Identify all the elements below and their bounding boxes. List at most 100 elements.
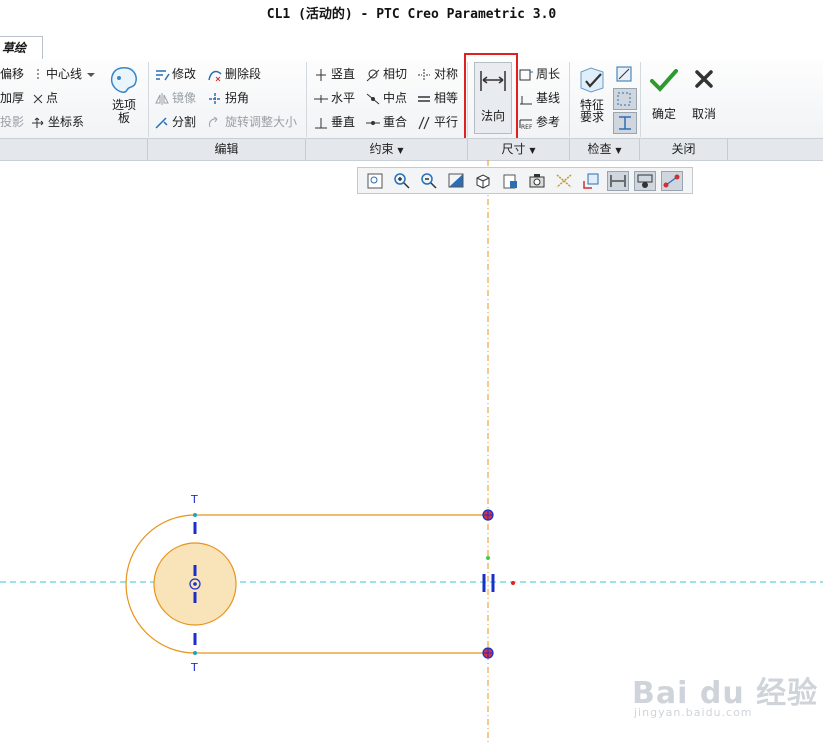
project-button[interactable]: 投影 [0, 112, 24, 132]
rotate-resize-button[interactable]: 旋转调整大小 [207, 112, 297, 132]
ok-button[interactable]: 确定 [646, 66, 682, 121]
center-point [193, 582, 197, 586]
horizontal-constraint-icon [314, 94, 328, 103]
horizontal-constraint-button[interactable]: 水平 [313, 88, 355, 108]
shade-closed-loops-button[interactable] [613, 88, 637, 110]
group-divider [569, 62, 570, 137]
centerline-button[interactable]: 中心线 [32, 64, 98, 84]
feature-requirements-button[interactable]: 特征要求 [573, 64, 611, 123]
divide-icon [155, 116, 168, 129]
parallel-icon [418, 116, 430, 129]
parallel-constraint-button[interactable]: 平行 [416, 112, 458, 132]
checkmark-icon [650, 69, 678, 92]
window-title: CL1 (活动的) - PTC Creo Parametric 3.0 [0, 0, 823, 30]
cursor-dot [511, 581, 515, 585]
tangent-constraint-button[interactable]: 相切 [365, 64, 407, 84]
datum-display-icon [556, 174, 572, 188]
midpoint-icon [366, 93, 380, 104]
coordsys-button[interactable]: 坐标系 [30, 112, 84, 132]
refit-button[interactable] [364, 171, 386, 191]
palette-button[interactable]: 选项板 [104, 64, 144, 125]
endpoint-dot [193, 513, 197, 517]
equal-constraint-button[interactable]: 相等 [416, 88, 458, 108]
cancel-button[interactable]: 取消 [686, 66, 722, 121]
coincident-constraint-button[interactable]: 重合 [365, 112, 407, 132]
centerline-icon [37, 68, 39, 81]
vertex-display-icon [663, 174, 680, 188]
group-left-label [0, 139, 148, 160]
svg-text:REF: REF [521, 124, 533, 130]
dimension-display-icon [610, 175, 626, 187]
close-icon [695, 70, 713, 88]
display-style-button[interactable] [472, 171, 494, 191]
tangent-label-bottom: T [190, 661, 198, 674]
group-constrain-label[interactable]: 约束 ▼ [306, 139, 468, 160]
saved-orientations-button[interactable] [499, 171, 521, 191]
symmetric-constraint-button[interactable]: 对称 [416, 64, 458, 84]
coordsys-icon [32, 117, 44, 128]
modify-button[interactable]: 修改 [154, 64, 196, 84]
vertical-constraint-button[interactable]: 竖直 [313, 64, 355, 84]
divide-button[interactable]: 分割 [154, 112, 196, 132]
spin-center-button[interactable] [580, 171, 602, 191]
repaint-button[interactable] [445, 171, 467, 191]
group-dimension-label[interactable]: 尺寸 ▼ [468, 139, 570, 160]
shade-loops-icon [617, 92, 631, 106]
point-button[interactable]: 点 [32, 88, 58, 108]
midpoint-dot [486, 556, 490, 560]
cube-icon [476, 174, 490, 189]
camera-icon [529, 174, 545, 188]
baseline-dimension-button[interactable]: 基线 [518, 88, 560, 108]
endpoint-dot [193, 651, 197, 655]
perpendicular-constraint-button[interactable]: 垂直 [313, 112, 355, 132]
offset-button[interactable]: 偏移 [0, 64, 24, 84]
overlapping-entities-button[interactable] [614, 64, 636, 84]
corner-button[interactable]: 拐角 [207, 88, 249, 108]
tangent-icon [366, 69, 380, 81]
symmetric-icon [418, 68, 430, 81]
dimension-display-button[interactable] [607, 171, 629, 191]
corner-icon [209, 92, 221, 105]
constraint-display-button[interactable] [634, 171, 656, 191]
modify-icon [156, 69, 170, 80]
point-x-icon [33, 94, 43, 103]
saved-views-icon [503, 174, 517, 189]
perimeter-dimension-button[interactable]: 周长 [518, 64, 560, 84]
tab-sketch[interactable]: 草绘 [0, 36, 43, 59]
baseline-icon [520, 95, 532, 104]
rotate-resize-icon [209, 116, 218, 127]
group-close-label: 关闭 [640, 139, 728, 160]
group-inspect-label[interactable]: 检查 ▼ [570, 139, 640, 160]
reference-dimension-button[interactable]: REF 参考 [518, 112, 560, 132]
delete-segment-button[interactable]: 删除段 [207, 64, 261, 84]
perimeter-icon [519, 69, 533, 80]
group-divider [640, 62, 641, 137]
midpoint-constraint-button[interactable]: 中点 [365, 88, 407, 108]
thicken-button[interactable]: 加厚 [0, 88, 24, 108]
zoom-out-button[interactable] [418, 171, 440, 191]
chevron-down-icon: ▼ [397, 146, 404, 155]
chevron-down-icon: ▼ [615, 146, 622, 155]
ribbon-group-labels: 编辑 约束 ▼ 尺寸 ▼ 检查 ▼ 关闭 [0, 138, 823, 161]
group-divider [148, 62, 149, 137]
chevron-down-icon [86, 72, 95, 77]
zoom-in-button[interactable] [391, 171, 413, 191]
highlight-open-ends-button[interactable] [613, 112, 637, 134]
vertex-display-button[interactable] [661, 171, 683, 191]
feature-requirements-icon [580, 67, 604, 93]
perpendicular-icon [315, 117, 327, 128]
equal-icon [418, 95, 430, 102]
sketch-canvas[interactable]: T T [0, 160, 823, 744]
watermark-url: jingyan.baidu.com [634, 706, 753, 719]
coincident-icon [366, 120, 380, 125]
highlight-box [464, 53, 518, 143]
datum-display-button[interactable] [553, 171, 575, 191]
open-ends-icon [619, 116, 631, 130]
zoom-out-icon [421, 173, 437, 189]
reference-icon: REF [519, 119, 533, 131]
mirror-icon [155, 92, 169, 105]
refit-icon [367, 173, 383, 189]
watermark: Bai du 经验 jingyan.baidu.com [632, 668, 818, 719]
mirror-button[interactable]: 镜像 [154, 88, 196, 108]
view-manager-button[interactable] [526, 171, 548, 191]
